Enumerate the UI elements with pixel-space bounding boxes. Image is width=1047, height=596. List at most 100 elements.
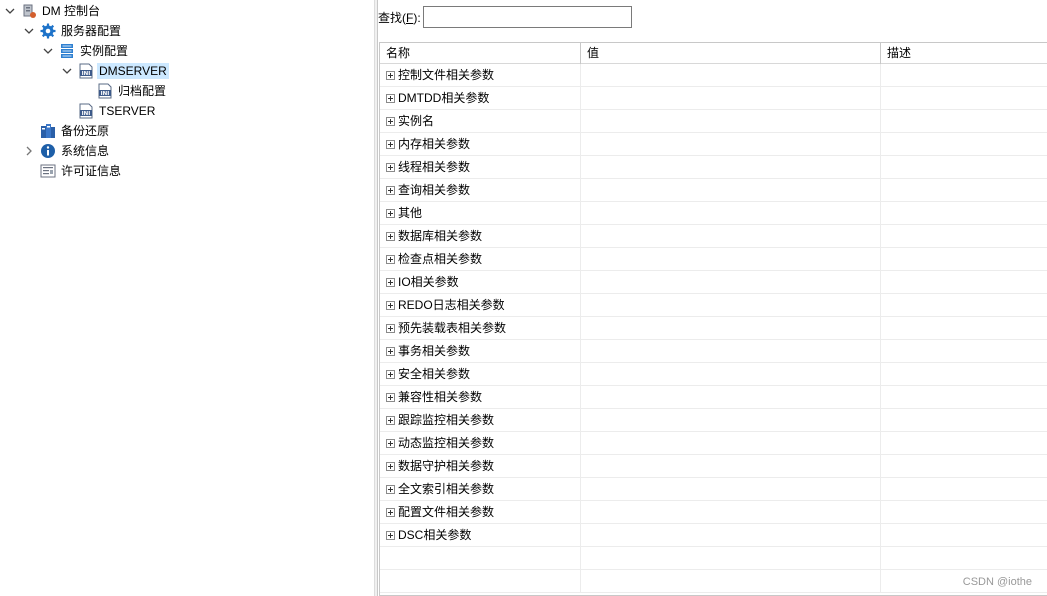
row-label: 配置文件相关参数 bbox=[398, 505, 495, 519]
cell-value[interactable] bbox=[581, 225, 881, 247]
cell-value[interactable] bbox=[581, 294, 881, 316]
cell-value[interactable] bbox=[581, 524, 881, 546]
expand-plus-icon[interactable] bbox=[386, 484, 395, 494]
table-row[interactable]: 数据库相关参数 bbox=[380, 225, 1047, 248]
table-row[interactable]: 数据守护相关参数 bbox=[380, 455, 1047, 478]
table-row[interactable]: 线程相关参数 bbox=[380, 156, 1047, 179]
cell-value[interactable] bbox=[581, 432, 881, 454]
cell-value[interactable] bbox=[581, 340, 881, 362]
cell-value[interactable] bbox=[581, 409, 881, 431]
row-label: DSC相关参数 bbox=[398, 528, 472, 542]
expand-plus-icon[interactable] bbox=[386, 254, 395, 264]
table-row[interactable]: 实例名 bbox=[380, 110, 1047, 133]
expand-plus-icon[interactable] bbox=[386, 461, 395, 471]
expand-plus-icon[interactable] bbox=[386, 415, 395, 425]
table-row[interactable]: IO相关参数 bbox=[380, 271, 1047, 294]
cell-value[interactable] bbox=[581, 386, 881, 408]
row-label: IO相关参数 bbox=[398, 275, 459, 289]
table-row[interactable]: 控制文件相关参数 bbox=[380, 64, 1047, 87]
cell-description bbox=[881, 386, 1047, 408]
chevron-down-icon[interactable] bbox=[61, 65, 73, 77]
expand-plus-icon[interactable] bbox=[386, 346, 395, 356]
tree-item-archive-config[interactable]: INI 归档配置 bbox=[97, 81, 168, 101]
cell-value[interactable] bbox=[581, 156, 881, 178]
expand-plus-icon[interactable] bbox=[386, 300, 395, 310]
cell-value[interactable] bbox=[581, 501, 881, 523]
tree-item-license-info[interactable]: 许可证信息 bbox=[40, 161, 123, 181]
tree-item-dm-console[interactable]: DM 控制台 bbox=[21, 1, 102, 21]
cell-value[interactable] bbox=[581, 248, 881, 270]
cell-name: 数据库相关参数 bbox=[380, 225, 581, 247]
tree-item-server-config[interactable]: 服务器配置 bbox=[40, 21, 123, 41]
cell-name: 兼容性相关参数 bbox=[380, 386, 581, 408]
table-row[interactable]: 检查点相关参数 bbox=[380, 248, 1047, 271]
cell-description bbox=[881, 340, 1047, 362]
table-row[interactable]: 配置文件相关参数 bbox=[380, 501, 1047, 524]
cell-description bbox=[881, 133, 1047, 155]
expand-plus-icon[interactable] bbox=[386, 277, 395, 287]
column-header-description[interactable]: 描述 bbox=[881, 43, 1047, 64]
row-label: 数据库相关参数 bbox=[398, 229, 483, 243]
cell-value[interactable] bbox=[581, 455, 881, 477]
chevron-down-icon[interactable] bbox=[42, 45, 54, 57]
expand-plus-icon[interactable] bbox=[386, 208, 395, 218]
cell-value[interactable] bbox=[581, 110, 881, 132]
cell-value[interactable] bbox=[581, 87, 881, 109]
expand-plus-icon[interactable] bbox=[386, 530, 395, 540]
cell-value[interactable] bbox=[581, 271, 881, 293]
expand-plus-icon[interactable] bbox=[386, 93, 395, 103]
gear-icon bbox=[40, 23, 56, 39]
column-header-name[interactable]: 名称 bbox=[380, 43, 581, 64]
cell-value[interactable] bbox=[581, 317, 881, 339]
expand-plus-icon[interactable] bbox=[386, 185, 395, 195]
row-label: 其他 bbox=[398, 206, 423, 220]
expand-plus-icon[interactable] bbox=[386, 231, 395, 241]
backup-icon bbox=[40, 123, 56, 139]
tree-item-label: 备份还原 bbox=[61, 124, 110, 138]
search-input[interactable] bbox=[422, 6, 632, 28]
table-row[interactable]: DSC相关参数 bbox=[380, 524, 1047, 547]
column-header-value[interactable]: 值 bbox=[581, 43, 881, 64]
expand-plus-icon[interactable] bbox=[386, 507, 395, 517]
tree-item-instance-config[interactable]: 实例配置 bbox=[59, 41, 130, 61]
table-row[interactable]: REDO日志相关参数 bbox=[380, 294, 1047, 317]
row-label: 数据守护相关参数 bbox=[398, 459, 495, 473]
expand-plus-icon[interactable] bbox=[386, 392, 395, 402]
row-label: 内存相关参数 bbox=[398, 137, 471, 151]
tree-item-backup-restore[interactable]: 备份还原 bbox=[40, 121, 111, 141]
table-row[interactable]: 预先装载表相关参数 bbox=[380, 317, 1047, 340]
table-row[interactable]: 全文索引相关参数 bbox=[380, 478, 1047, 501]
chevron-down-icon[interactable] bbox=[4, 5, 16, 17]
table-row[interactable]: 事务相关参数 bbox=[380, 340, 1047, 363]
chevron-down-icon[interactable] bbox=[23, 25, 35, 37]
table-row[interactable]: 内存相关参数 bbox=[380, 133, 1047, 156]
cell-value[interactable] bbox=[581, 202, 881, 224]
expand-plus-icon[interactable] bbox=[386, 369, 395, 379]
cell-value[interactable] bbox=[581, 179, 881, 201]
cell-name: 线程相关参数 bbox=[380, 156, 581, 178]
expand-plus-icon[interactable] bbox=[386, 162, 395, 172]
table-row[interactable]: 查询相关参数 bbox=[380, 179, 1047, 202]
cell-value[interactable] bbox=[581, 363, 881, 385]
tree-item-tserver[interactable]: INI TSERVER bbox=[78, 101, 157, 121]
tree-item-dmserver[interactable]: INI DMSERVER bbox=[78, 61, 169, 81]
tree-item-system-info[interactable]: 系统信息 bbox=[40, 141, 111, 161]
expand-plus-icon[interactable] bbox=[386, 438, 395, 448]
table-row[interactable]: 其他 bbox=[380, 202, 1047, 225]
expand-plus-icon[interactable] bbox=[386, 139, 395, 149]
table-row[interactable]: 安全相关参数 bbox=[380, 363, 1047, 386]
table-row[interactable]: 跟踪监控相关参数 bbox=[380, 409, 1047, 432]
table-row[interactable]: 动态监控相关参数 bbox=[380, 432, 1047, 455]
tree-item-label: 许可证信息 bbox=[61, 164, 122, 178]
expand-plus-icon[interactable] bbox=[386, 323, 395, 333]
chevron-right-icon[interactable] bbox=[23, 145, 35, 157]
expand-plus-icon[interactable] bbox=[386, 116, 395, 126]
cell-value[interactable] bbox=[581, 478, 881, 500]
table-row[interactable]: DMTDD相关参数 bbox=[380, 87, 1047, 110]
row-label: 控制文件相关参数 bbox=[398, 68, 495, 82]
cell-value[interactable] bbox=[581, 64, 881, 86]
cell-value[interactable] bbox=[581, 133, 881, 155]
expand-plus-icon[interactable] bbox=[386, 70, 395, 80]
cell-name: 动态监控相关参数 bbox=[380, 432, 581, 454]
table-row[interactable]: 兼容性相关参数 bbox=[380, 386, 1047, 409]
